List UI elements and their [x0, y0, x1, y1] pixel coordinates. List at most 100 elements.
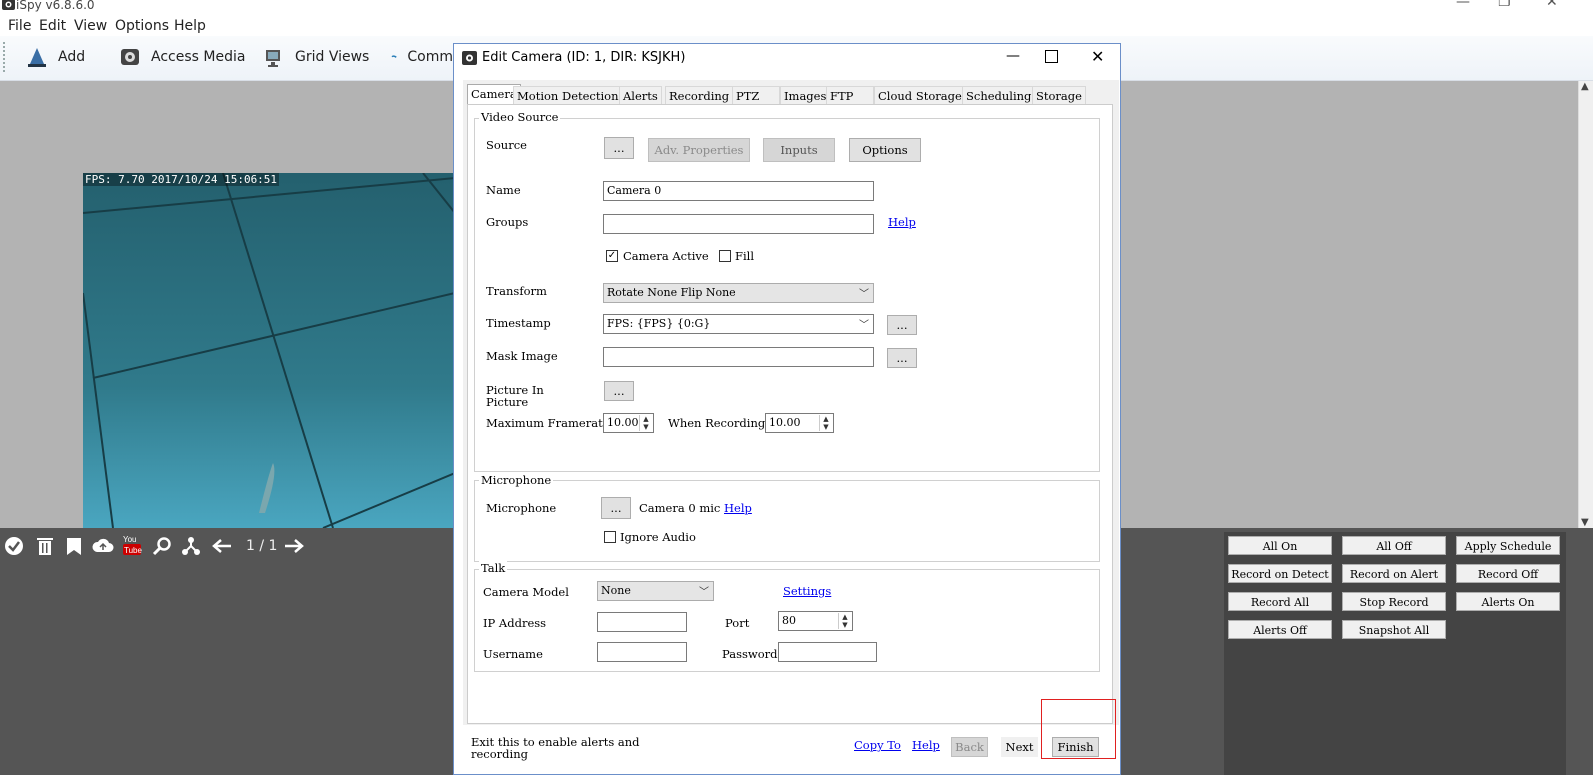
ip-address-input[interactable] [597, 612, 687, 632]
footer-hint-line2: recording [471, 747, 528, 761]
stop-record-button[interactable]: Stop Record [1342, 592, 1446, 611]
record-all-button[interactable]: Record All [1228, 592, 1332, 611]
timestamp-browse-button[interactable]: ... [887, 315, 917, 335]
spinner-arrows-icon[interactable]: ▲ ▼ [639, 415, 652, 431]
record-on-detect-button[interactable]: Record on Detect [1228, 564, 1332, 583]
scroll-up-icon[interactable]: ▲ [1581, 81, 1589, 92]
workspace-scrollbar[interactable]: ▲ ▼ [1578, 81, 1593, 528]
options-button[interactable]: Options [849, 138, 921, 162]
tab-ptz[interactable]: PTZ [732, 86, 780, 104]
back-button[interactable]: Back [951, 737, 988, 757]
dialog-maximize-button[interactable] [1045, 50, 1058, 63]
inputs-button[interactable]: Inputs [763, 138, 835, 162]
camera-active-label: Camera Active [623, 249, 709, 263]
groups-help-link[interactable]: Help [888, 215, 916, 229]
alerts-off-button[interactable]: Alerts Off [1228, 620, 1332, 639]
apply-schedule-button[interactable]: Apply Schedule [1456, 536, 1560, 555]
ignore-audio-checkbox[interactable] [604, 531, 616, 543]
tab-cloud-storage[interactable]: Cloud Storage [874, 86, 966, 104]
source-browse-button[interactable]: ... [604, 137, 634, 159]
microphone-browse-button[interactable]: ... [601, 497, 631, 519]
arrow-left-icon[interactable] [211, 537, 233, 555]
tab-recording[interactable]: Recording [665, 86, 734, 104]
all-on-button[interactable]: All On [1228, 536, 1332, 555]
when-recording-stepper[interactable]: 10.00 ▲ ▼ [765, 413, 834, 433]
port-label: Port [725, 616, 750, 630]
talk-settings-link[interactable]: Settings [783, 584, 831, 598]
dialog-eye-icon [462, 51, 477, 65]
grid-views-button[interactable]: Grid Views [263, 46, 369, 68]
fill-label: Fill [735, 249, 755, 263]
arrow-right-icon[interactable] [283, 537, 305, 555]
fill-checkbox[interactable] [719, 250, 731, 262]
timestamp-combo[interactable]: FPS: {FPS} {0:G} ﹀ [603, 314, 874, 334]
record-off-button[interactable]: Record Off [1456, 564, 1560, 583]
port-stepper[interactable]: 80 ▲ ▼ [778, 611, 853, 631]
username-input[interactable] [597, 642, 687, 662]
bookmark-icon[interactable] [64, 536, 84, 556]
tab-alerts[interactable]: Alerts [619, 86, 662, 104]
minimize-button[interactable]: — [1456, 0, 1470, 10]
camera-feed[interactable] [83, 173, 455, 528]
tab-images[interactable]: Images [780, 86, 831, 104]
dialog-minimize-button[interactable]: — [1006, 48, 1020, 64]
next-button[interactable]: Next [1001, 737, 1038, 757]
youtube-icon[interactable]: You Tube [122, 533, 142, 557]
timestamp-value: FPS: {FPS} {0:G} [607, 317, 711, 330]
commands-button[interactable]: Comm [391, 46, 453, 68]
adv-properties-button[interactable]: Adv. Properties [648, 138, 750, 162]
mask-image-browse-button[interactable]: ... [887, 348, 917, 368]
access-media-button[interactable]: Access Media [119, 46, 245, 68]
pip-browse-button[interactable]: ... [604, 381, 634, 401]
transform-label: Transform [486, 284, 547, 298]
all-off-button[interactable]: All Off [1342, 536, 1446, 555]
menu-options[interactable]: Options [115, 18, 169, 34]
transform-select[interactable]: Rotate None Flip None ﹀ [603, 283, 874, 303]
menu-file[interactable]: File [8, 18, 31, 34]
camera-active-checkbox[interactable]: ✓ [606, 250, 618, 262]
max-framerate-stepper[interactable]: 10.00 ▲ ▼ [603, 413, 654, 433]
microphone-group-label: Microphone [479, 473, 554, 487]
tab-motion-detection[interactable]: Motion Detection [513, 86, 623, 104]
add-camera-icon [28, 48, 46, 67]
tab-ftp[interactable]: FTP [826, 86, 874, 104]
groups-input[interactable] [603, 214, 874, 234]
access-media-label: Access Media [151, 49, 246, 65]
microphone-help-link[interactable]: Help [724, 501, 752, 515]
network-icon[interactable] [181, 536, 201, 556]
menu-view[interactable]: View [74, 18, 107, 34]
copy-to-link[interactable]: Copy To [854, 738, 901, 752]
upload-icon[interactable] [92, 536, 114, 556]
mask-image-input[interactable] [603, 347, 874, 367]
menu-edit[interactable]: Edit [39, 18, 66, 34]
trash-icon[interactable] [35, 536, 55, 556]
close-button[interactable]: ✕ [1546, 0, 1558, 10]
footer-help-link[interactable]: Help [912, 738, 940, 752]
dialog-close-button[interactable]: ✕ [1091, 47, 1104, 66]
password-input[interactable] [778, 642, 877, 662]
name-input[interactable]: Camera 0 [603, 181, 874, 201]
microphone-group [474, 480, 1100, 562]
camera-model-select[interactable]: None ﹀ [597, 581, 714, 601]
groups-label: Groups [486, 215, 529, 229]
grid-views-icon [266, 50, 280, 67]
spinner-arrows-icon[interactable]: ▲ ▼ [838, 613, 851, 629]
record-on-alert-button[interactable]: Record on Alert [1342, 564, 1446, 583]
tab-storage[interactable]: Storage [1032, 86, 1086, 104]
scroll-down-icon[interactable]: ▼ [1581, 517, 1589, 528]
timestamp-label: Timestamp [486, 316, 551, 330]
ip-address-label: IP Address [483, 616, 547, 630]
alerts-on-button[interactable]: Alerts On [1456, 592, 1560, 611]
spinner-arrows-icon[interactable]: ▲ ▼ [819, 415, 832, 431]
add-button[interactable]: Add [26, 46, 85, 68]
actions-panel: All On All Off Apply Schedule Record on … [1224, 532, 1566, 775]
snapshot-all-button[interactable]: Snapshot All [1342, 620, 1446, 639]
tab-scheduling[interactable]: Scheduling [962, 86, 1036, 104]
menu-help[interactable]: Help [174, 18, 206, 34]
search-icon[interactable] [152, 536, 172, 556]
toolbar-grip [3, 42, 7, 72]
restore-button[interactable]: ❐ [1498, 0, 1511, 10]
check-icon[interactable] [4, 536, 24, 556]
page-indicator: 1 / 1 [246, 538, 278, 554]
app-eye-icon [2, 0, 15, 10]
